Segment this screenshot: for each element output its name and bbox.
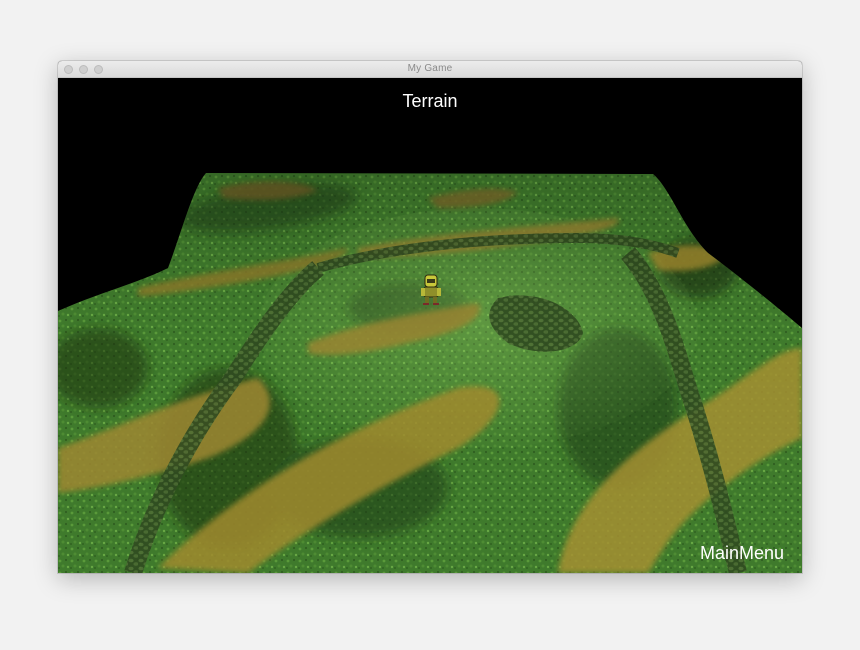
main-menu-button[interactable]: MainMenu bbox=[700, 543, 784, 564]
window-title: My Game bbox=[407, 63, 453, 74]
game-viewport[interactable]: Terrain MainMenu bbox=[58, 78, 802, 573]
scene-title: Terrain bbox=[402, 91, 458, 111]
terrain-scene bbox=[58, 173, 802, 573]
title-bar[interactable]: My Game bbox=[58, 61, 802, 78]
game-window: My Game Terrain MainMenu bbox=[58, 61, 802, 573]
